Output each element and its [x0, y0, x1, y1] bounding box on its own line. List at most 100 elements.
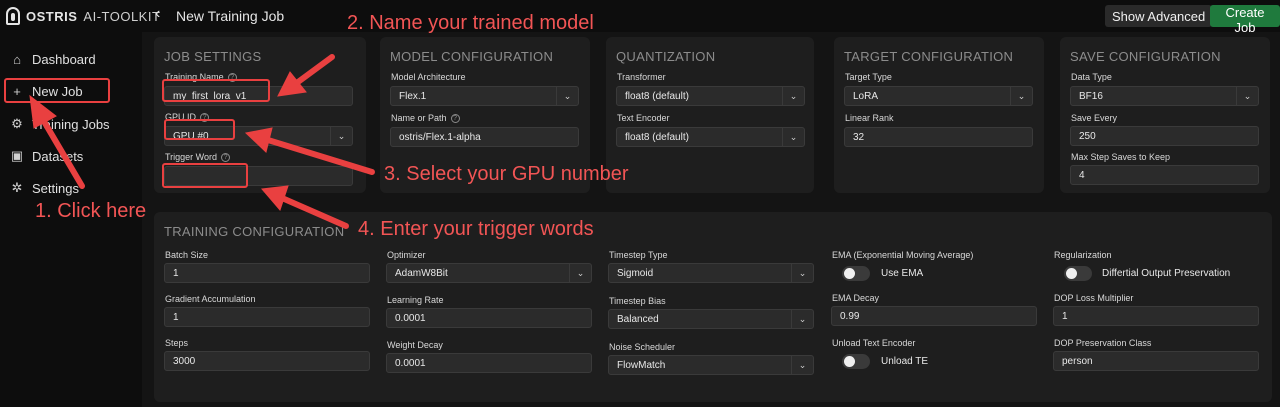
chevron-down-icon: ⌄ — [791, 264, 813, 282]
select-value: AdamW8Bit — [395, 267, 448, 279]
chevron-down-icon: ⌄ — [791, 356, 813, 374]
weight-decay-input[interactable]: 0.0001 — [386, 353, 592, 373]
sidebar-item-label: Dashboard — [32, 51, 96, 67]
highlight-training-name — [162, 79, 270, 102]
sidebar-item-label: Training Jobs — [32, 116, 110, 132]
dop-toggle-label: Differtial Output Preservation — [1102, 268, 1231, 279]
select-value: Flex.1 — [399, 90, 427, 102]
sidebar-item-label: Settings — [32, 180, 79, 196]
label-text: Name or Path — [391, 113, 447, 123]
optimizer-select[interactable]: AdamW8Bit ⌄ — [386, 263, 592, 283]
sidebar-item-settings[interactable]: ✲ Settings — [10, 176, 79, 200]
optimizer-label: Optimizer — [387, 250, 426, 260]
save-every-label: Save Every — [1071, 113, 1118, 123]
gear-icon: ✲ — [11, 180, 23, 195]
unload-te-toggle[interactable] — [842, 354, 870, 369]
target-configuration-panel: TARGET CONFIGURATION Target Type LoRA ⌄ … — [834, 37, 1044, 193]
regularization-label: Regularization — [1054, 250, 1112, 260]
create-job-button[interactable]: Create Job — [1210, 5, 1280, 35]
text-encoder-label: Text Encoder — [617, 113, 670, 123]
dop-loss-multiplier-input[interactable]: 1 — [1053, 306, 1259, 326]
gradient-accumulation-label: Gradient Accumulation — [165, 294, 256, 304]
highlight-new-job — [4, 78, 110, 103]
chevron-down-icon: ⌄ — [782, 128, 804, 146]
data-type-select[interactable]: BF16 ⌄ — [1070, 86, 1259, 106]
annotation-step1: 1. Click here — [35, 200, 147, 222]
sidebar-item-dashboard[interactable]: ⌂ Dashboard — [10, 47, 96, 71]
ema-decay-input[interactable]: 0.99 — [831, 306, 1037, 326]
linear-rank-label: Linear Rank — [845, 113, 894, 123]
app-root: OSTRIS AI-TOOLKIT ‹ New Training Job Sho… — [0, 0, 1280, 407]
training-icon: ⚙ — [11, 116, 23, 131]
save-configuration-panel: SAVE CONFIGURATION Data Type BF16 ⌄ Save… — [1060, 37, 1270, 193]
panel-title: TARGET CONFIGURATION — [844, 49, 1014, 64]
model-architecture-select[interactable]: Flex.1 ⌄ — [390, 86, 579, 106]
ostris-logo-icon — [6, 7, 20, 25]
ema-label: EMA (Exponential Moving Average) — [832, 250, 974, 260]
highlight-gpu-id — [164, 119, 235, 140]
sidebar-item-training-jobs[interactable]: ⚙ Training Jobs — [10, 112, 110, 136]
training-configuration-panel: TRAINING CONFIGURATION Batch Size 1 Grad… — [154, 212, 1272, 402]
name-or-path-label: Name or Path ? — [391, 113, 460, 123]
annotation-step4: 4. Enter your trigger words — [358, 218, 594, 240]
use-ema-label: Use EMA — [881, 268, 924, 279]
max-step-saves-input[interactable]: 4 — [1070, 165, 1259, 185]
help-icon[interactable]: ? — [450, 113, 460, 123]
panel-title: MODEL CONFIGURATION — [390, 49, 554, 64]
annotation-step3: 3. Select your GPU number — [384, 163, 629, 185]
chevron-down-icon: ⌄ — [556, 87, 578, 105]
learning-rate-input[interactable]: 0.0001 — [386, 308, 592, 328]
select-value: BF16 — [1079, 90, 1103, 102]
save-every-input[interactable]: 250 — [1070, 126, 1259, 146]
show-advanced-button[interactable]: Show Advanced — [1105, 5, 1213, 27]
panel-title: SAVE CONFIGURATION — [1070, 49, 1221, 64]
top-bar: OSTRIS AI-TOOLKIT ‹ New Training Job Sho… — [0, 0, 1280, 35]
use-ema-toggle[interactable] — [842, 266, 870, 281]
linear-rank-input[interactable]: 32 — [844, 127, 1033, 147]
dop-preservation-class-label: DOP Preservation Class — [1054, 338, 1152, 348]
dop-preservation-class-input[interactable]: person — [1053, 351, 1259, 371]
select-value: float8 (default) — [625, 90, 689, 102]
unload-te-label: Unload TE — [881, 356, 929, 367]
gradient-accumulation-input[interactable]: 1 — [164, 307, 370, 327]
text-encoder-select[interactable]: float8 (default) ⌄ — [616, 127, 805, 147]
chevron-down-icon: ⌄ — [569, 264, 591, 282]
chevron-left-icon[interactable]: ‹ — [155, 5, 160, 23]
panel-title: QUANTIZATION — [616, 49, 716, 64]
target-type-label: Target Type — [845, 72, 892, 82]
data-type-label: Data Type — [1071, 72, 1112, 82]
trigger-word-label: Trigger Word ? — [165, 152, 231, 162]
unload-text-encoder-label: Unload Text Encoder — [832, 338, 916, 348]
sidebar-item-datasets[interactable]: ▣ Datasets — [10, 144, 83, 168]
logo-text: OSTRIS — [26, 8, 78, 24]
panel-title: JOB SETTINGS — [164, 49, 262, 64]
home-icon: ⌂ — [13, 51, 21, 67]
batch-size-input[interactable]: 1 — [164, 263, 370, 283]
noise-scheduler-label: Noise Scheduler — [609, 342, 676, 352]
timestep-bias-label: Timestep Bias — [609, 296, 666, 306]
transformer-select[interactable]: float8 (default) ⌄ — [616, 86, 805, 106]
timestep-bias-select[interactable]: Balanced ⌄ — [608, 309, 814, 329]
image-icon: ▣ — [10, 148, 24, 163]
name-or-path-input[interactable]: ostris/Flex.1-alpha — [390, 127, 579, 147]
annotation-step2: 2. Name your trained model — [347, 12, 594, 34]
noise-scheduler-select[interactable]: FlowMatch ⌄ — [608, 355, 814, 375]
select-value: float8 (default) — [625, 131, 689, 143]
transformer-label: Transformer — [617, 72, 666, 82]
chevron-down-icon: ⌄ — [330, 127, 352, 145]
steps-input[interactable]: 3000 — [164, 351, 370, 371]
help-icon[interactable]: ? — [221, 152, 231, 162]
learning-rate-label: Learning Rate — [387, 295, 444, 305]
steps-label: Steps — [165, 338, 189, 348]
target-type-select[interactable]: LoRA ⌄ — [844, 86, 1033, 106]
timestep-type-label: Timestep Type — [609, 250, 668, 260]
model-architecture-label: Model Architecture — [391, 72, 466, 82]
logo-subtitle: AI-TOOLKIT — [83, 8, 161, 24]
chevron-down-icon: ⌄ — [791, 310, 813, 328]
dop-toggle[interactable] — [1064, 266, 1092, 281]
select-value: Balanced — [617, 313, 659, 325]
label-text: Trigger Word — [165, 152, 218, 162]
timestep-type-select[interactable]: Sigmoid ⌄ — [608, 263, 814, 283]
select-value: LoRA — [853, 90, 879, 102]
select-value: Sigmoid — [617, 267, 654, 279]
